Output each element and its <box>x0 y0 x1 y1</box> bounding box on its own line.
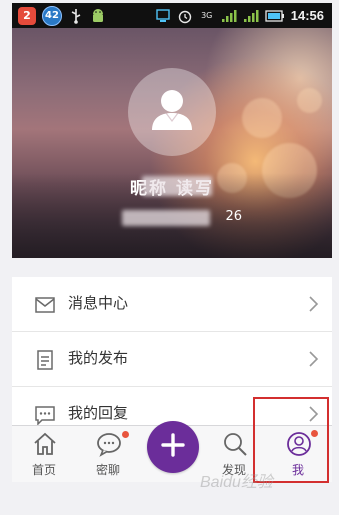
screen-icon <box>155 8 171 24</box>
default-user-icon <box>146 84 198 140</box>
user-id: 26 <box>122 208 242 228</box>
battery-icon <box>265 8 285 24</box>
menu-item-label: 我的发布 <box>68 349 129 367</box>
search-icon <box>222 431 248 457</box>
signal-icon <box>221 8 237 24</box>
chat-dots-icon <box>34 404 56 426</box>
3g-icon: 3G <box>199 8 215 24</box>
menu-item-label: 消息中心 <box>68 294 129 312</box>
notification-badge-blue: 42 <box>42 5 62 26</box>
app-screen: 2 42 3G 14:56 26 消息中心 我的发布 我的回复 首页 密聊 发现… <box>0 0 339 515</box>
alarm-icon <box>177 8 193 24</box>
plus-icon <box>160 432 186 462</box>
mail-icon <box>34 294 56 316</box>
status-bar-right: 3G 14:56 <box>155 3 324 28</box>
signal-icon <box>243 8 259 24</box>
bokeh-light <box>297 88 322 113</box>
notification-badge-red: 2 <box>18 6 36 25</box>
clock-time: 14:56 <box>290 8 324 23</box>
network-type-label: 3G <box>201 10 213 20</box>
user-id-blur-mask <box>122 210 210 226</box>
menu-item-message-center[interactable]: 消息中心 <box>12 277 332 332</box>
avatar[interactable] <box>128 68 216 156</box>
document-icon <box>34 349 56 371</box>
publish-button[interactable] <box>147 421 199 473</box>
chevron-right-icon <box>306 295 320 313</box>
status-bar: 2 42 3G 14:56 <box>12 3 332 28</box>
android-icon <box>90 8 106 24</box>
menu-item-label: 我的回复 <box>68 404 129 422</box>
user-id-tail: 26 <box>225 209 242 224</box>
username-blur-mask <box>142 176 212 196</box>
tab-home[interactable]: 首页 <box>12 426 76 482</box>
watermark: Baidu经验 <box>200 474 273 491</box>
chat-bubble-icon <box>96 431 122 457</box>
profile-header: 昵称 读写 26 <box>12 28 332 258</box>
tab-label: 密聊 <box>95 463 120 477</box>
tab-private-chat[interactable]: 密聊 <box>76 426 140 482</box>
home-icon <box>32 431 58 457</box>
menu-item-my-posts[interactable]: 我的发布 <box>12 332 332 387</box>
notification-dot <box>122 431 129 438</box>
chevron-right-icon <box>306 350 320 368</box>
tab-label: 首页 <box>31 463 56 477</box>
bokeh-light <box>242 98 282 138</box>
usb-icon <box>68 8 84 24</box>
status-bar-left: 2 42 <box>18 3 106 28</box>
